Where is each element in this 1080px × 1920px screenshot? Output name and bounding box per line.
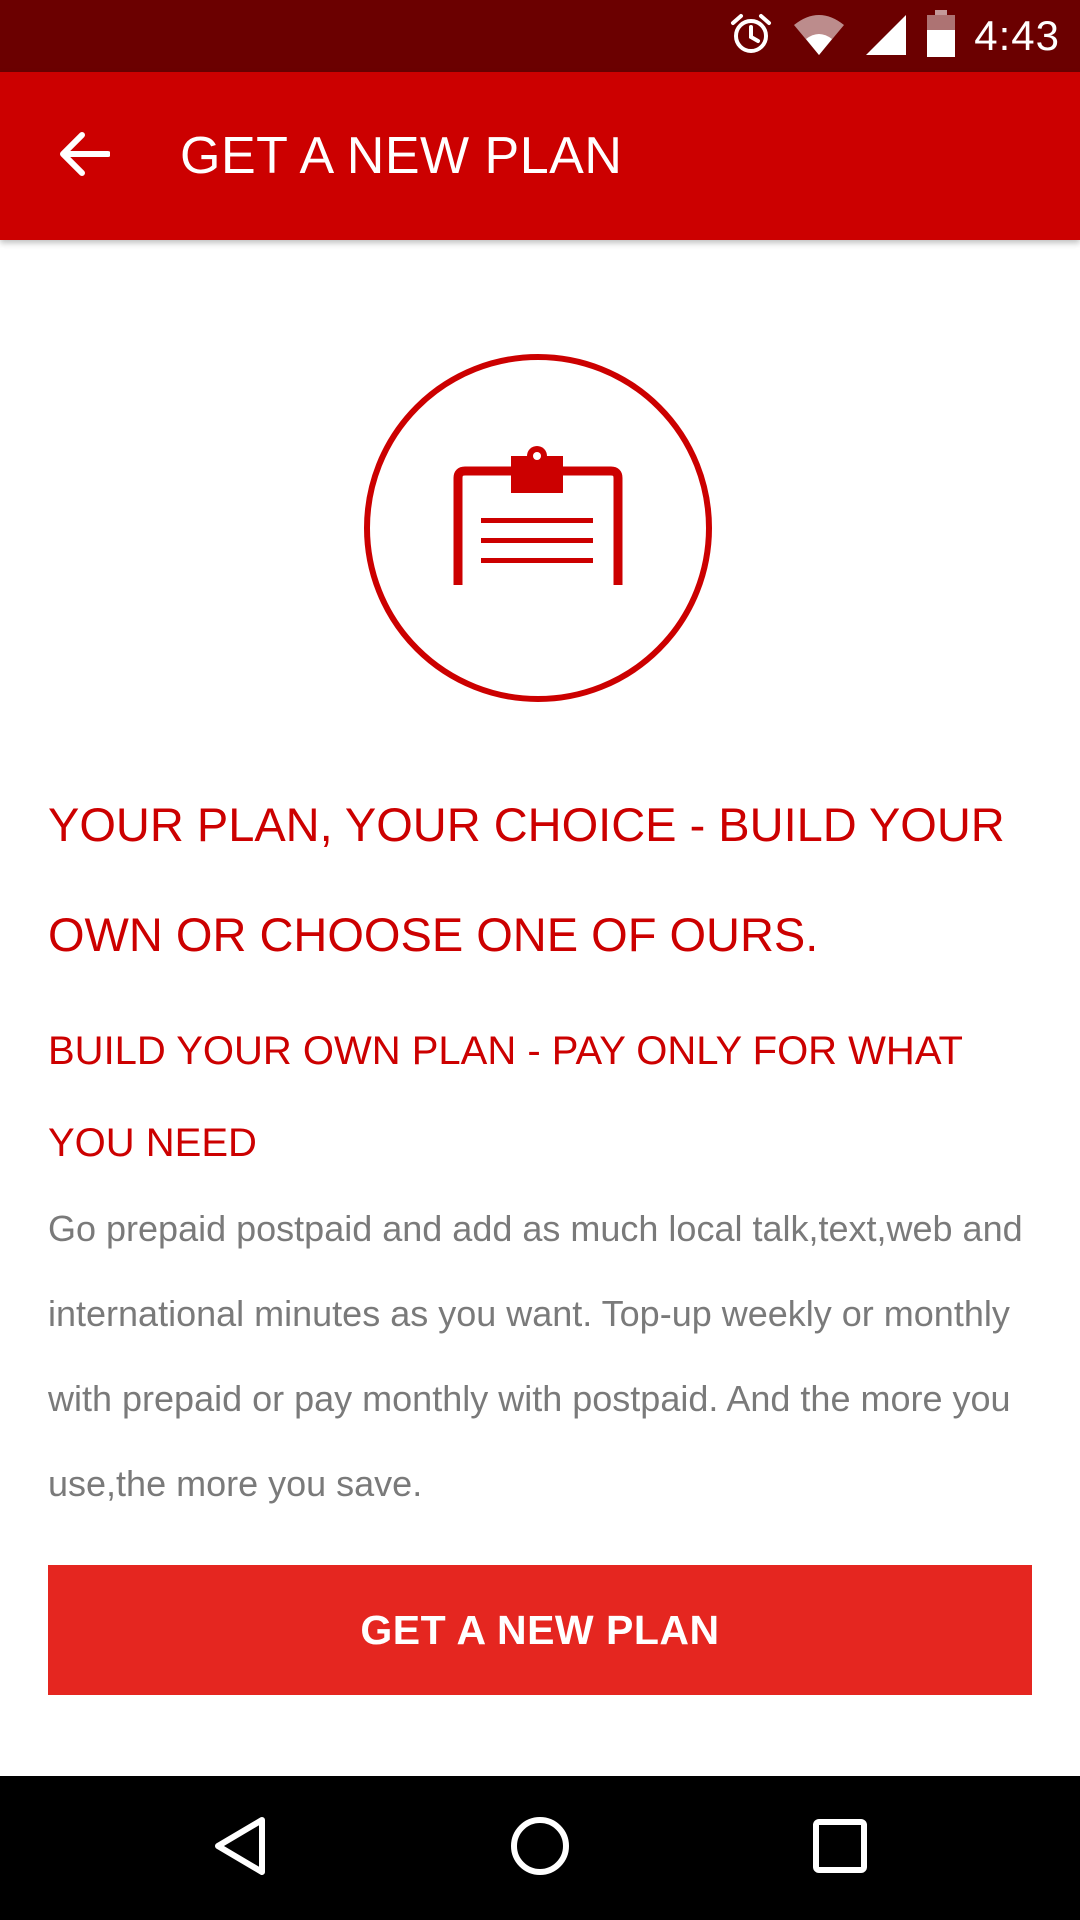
app-bar: GET A NEW PLAN xyxy=(0,72,1080,240)
nav-back-button[interactable] xyxy=(198,1806,282,1890)
back-button[interactable] xyxy=(44,116,124,196)
clipboard-icon xyxy=(363,354,713,707)
subheadline: BUILD YOUR OWN PLAN - PAY ONLY FOR WHAT … xyxy=(48,1029,963,1165)
get-new-plan-button[interactable]: GET A NEW PLAN xyxy=(48,1565,1032,1695)
status-icons: 4:43 xyxy=(728,0,1060,72)
page-title: GET A NEW PLAN xyxy=(180,127,623,185)
battery-icon xyxy=(926,9,956,63)
signal-icon xyxy=(864,11,908,62)
description-text: Go prepaid postpaid and add as much loca… xyxy=(48,1208,1023,1504)
nav-home-button[interactable] xyxy=(498,1806,582,1890)
wifi-icon xyxy=(792,11,846,62)
system-nav-bar xyxy=(0,1776,1080,1920)
nav-back-icon xyxy=(212,1815,268,1882)
nav-home-icon xyxy=(509,1815,571,1882)
status-bar: 4:43 xyxy=(0,0,1080,72)
nav-recents-button[interactable] xyxy=(798,1806,882,1890)
headline: YOUR PLAN, YOUR CHOICE - BUILD YOUR OWN … xyxy=(48,798,1005,961)
hero-illustration xyxy=(363,353,713,703)
nav-recents-icon xyxy=(812,1818,868,1879)
alarm-icon xyxy=(728,11,774,62)
status-time: 4:43 xyxy=(974,12,1060,59)
arrow-left-icon xyxy=(58,130,111,183)
